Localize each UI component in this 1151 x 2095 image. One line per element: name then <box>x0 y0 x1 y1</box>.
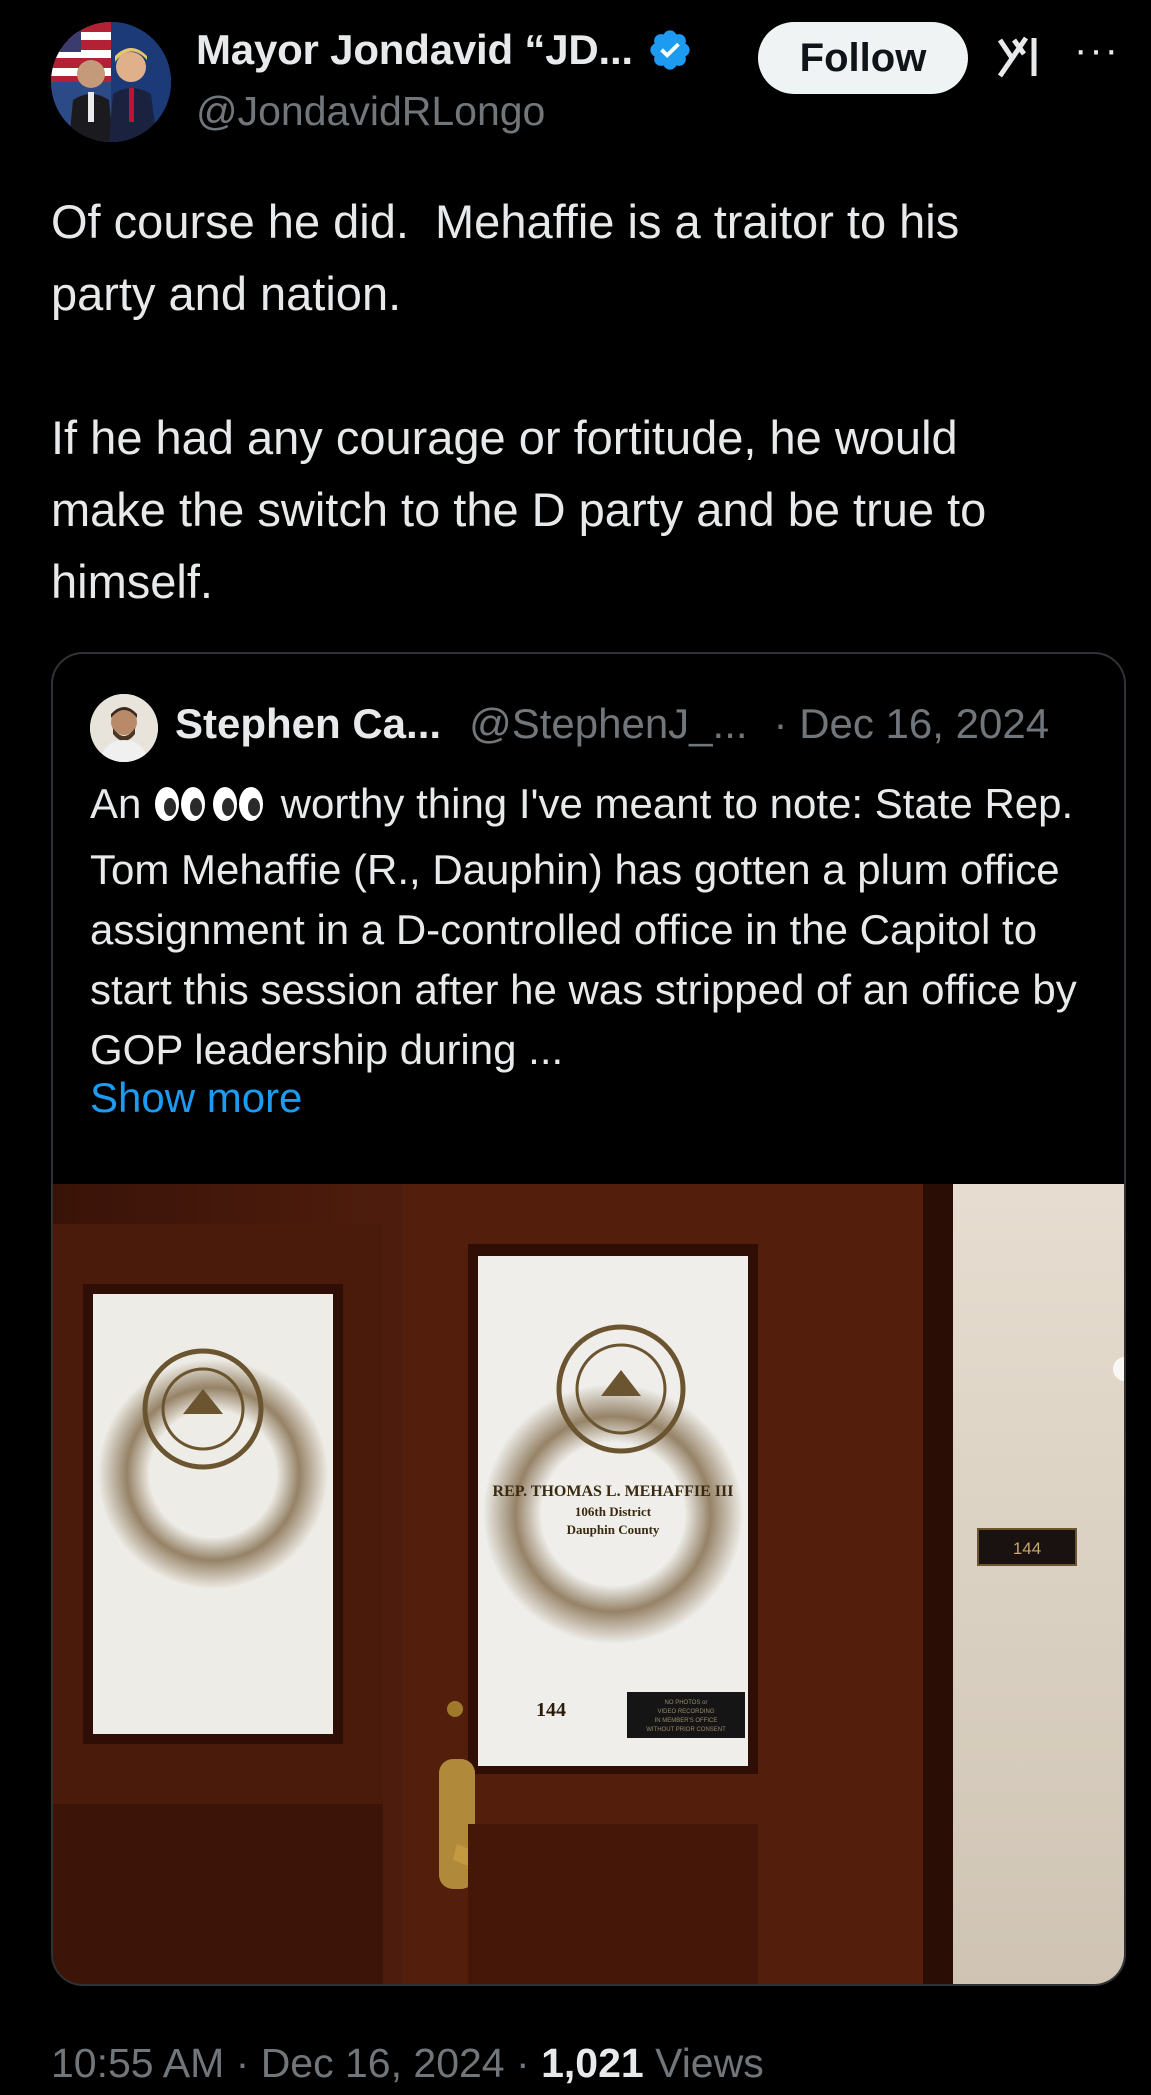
author-display-name[interactable]: Mayor Jondavid “JD... <box>196 26 633 74</box>
tweet-meta: 10:55 AM · Dec 16, 2024 · 1,021 Views <box>51 2040 764 2087</box>
notice-line4: WITHOUT PRIOR CONSENT <box>646 1727 726 1733</box>
meta-separator: · <box>516 2040 530 2086</box>
quoted-author-handle[interactable]: @StephenJ_... <box>469 700 747 748</box>
tweet-text: Of course he did. Mehaffie is a traitor … <box>51 195 987 608</box>
eyes-emoji-icon <box>153 780 269 840</box>
tweet-date[interactable]: Dec 16, 2024 <box>261 2040 505 2086</box>
quoted-tweet-date[interactable]: · Dec 16, 2024 <box>774 700 1050 748</box>
grok-icon[interactable] <box>996 34 1046 80</box>
nameplate-line1: REP. THOMAS L. MEHAFFIE III <box>493 1483 734 1500</box>
tweet-time[interactable]: 10:55 AM <box>51 2040 224 2086</box>
profile-photo <box>51 22 171 142</box>
marble-wall <box>953 1184 1124 1984</box>
wall-number: 144 <box>1013 1539 1041 1558</box>
quoted-tweet-header: Stephen Ca... @StephenJ_... · Dec 16, 20… <box>175 700 1049 748</box>
follow-button[interactable]: Follow <box>758 22 968 94</box>
quoted-tweet-text: An worthy thing I've meant to note: Stat… <box>90 774 1100 1080</box>
quoted-tweet-card[interactable]: Stephen Ca... @StephenJ_... · Dec 16, 20… <box>51 652 1126 1986</box>
more-options-icon[interactable]: ··· <box>1074 30 1124 76</box>
views-label: Views <box>655 2040 764 2086</box>
verified-badge-icon <box>650 30 690 70</box>
show-more-link[interactable]: Show more <box>90 1074 302 1122</box>
author-name-row: Mayor Jondavid “JD... <box>196 26 693 74</box>
meta-separator: · <box>235 2040 250 2086</box>
quoted-text-lead: An <box>90 780 154 827</box>
author-handle[interactable]: @JondavidRLongo <box>196 88 545 135</box>
door-number: 144 <box>536 1699 566 1721</box>
author-avatar[interactable] <box>51 22 171 142</box>
profile-photo <box>90 694 158 762</box>
nameplate-line3: Dauphin County <box>567 1522 660 1537</box>
quoted-author-name[interactable]: Stephen Ca... <box>175 700 441 748</box>
tweet-header: Mayor Jondavid “JD... @JondavidRLongo Fo… <box>0 0 1151 150</box>
quoted-tweet-photo[interactable]: REP. THOMAS L. MEHAFFIE III 106th Distri… <box>53 1184 1126 1986</box>
notice-line3: IN MEMBER'S OFFICE <box>655 1718 718 1724</box>
quoted-author-avatar[interactable] <box>90 694 158 762</box>
notice-line2: VIDEO RECORDING <box>657 1709 714 1715</box>
nameplate-line2: 106th District <box>575 1504 652 1519</box>
views-count: 1,021 <box>541 2040 644 2086</box>
notice-line1: NO PHOTOS or <box>665 1700 708 1706</box>
